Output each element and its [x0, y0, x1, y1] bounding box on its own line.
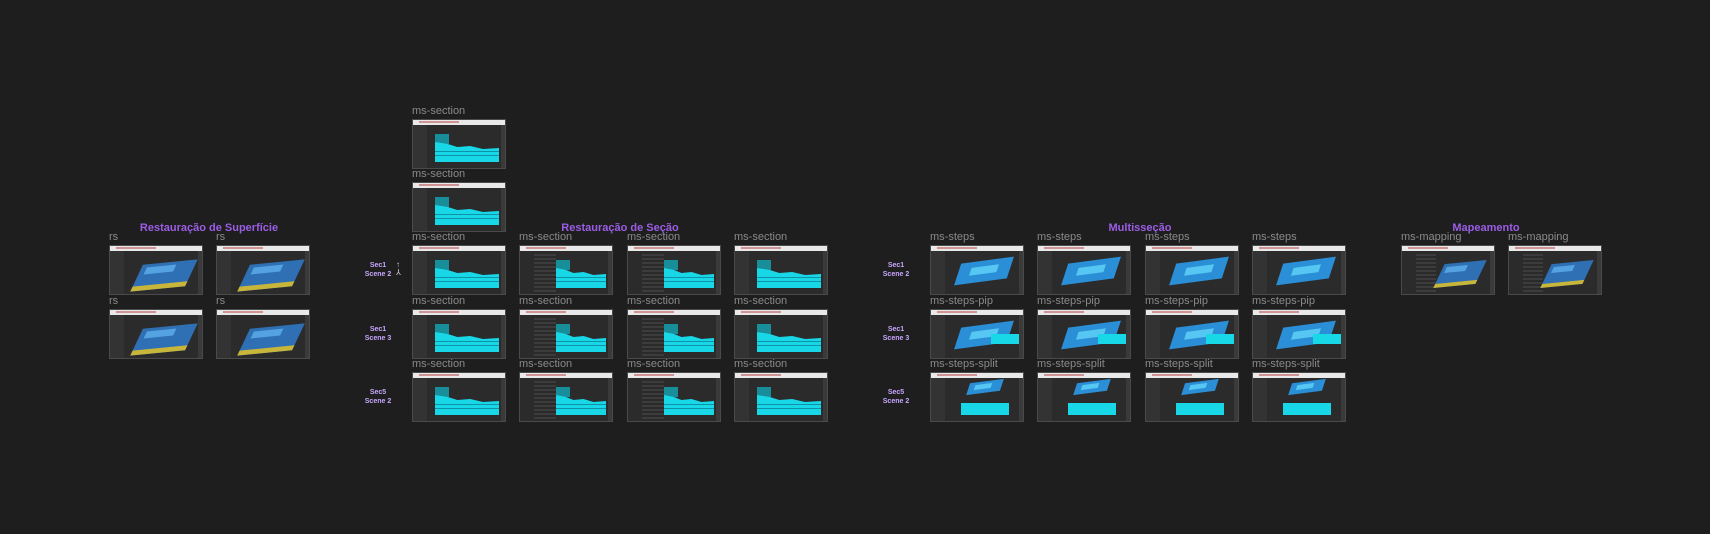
frame-thumbnail-ms-section[interactable] — [412, 245, 506, 295]
row-label-scene: Scene 2 — [882, 270, 910, 278]
row-label-scene: Scene 3 — [364, 334, 392, 342]
frame-thumbnail-ms-section[interactable] — [734, 245, 828, 295]
row-label-sec: Sec1 — [887, 326, 905, 333]
frame-label: rs — [216, 231, 226, 243]
frame-thumbnail-ms-steps-pip[interactable] — [930, 309, 1024, 359]
row-label-sec5-scene2: Sec5 Scene 2 — [883, 389, 909, 407]
frame-thumbnail-ms-section[interactable] — [627, 245, 721, 295]
frame-thumbnail-ms-steps-split[interactable] — [1252, 372, 1346, 422]
frame-thumbnail-ms-section[interactable] — [519, 309, 613, 359]
frame-thumbnail-ms-steps[interactable] — [1252, 245, 1346, 295]
frame-label: ms-section — [627, 295, 681, 307]
frame-label: ms-steps — [1145, 231, 1190, 243]
frame-label: ms-steps-split — [1252, 358, 1320, 370]
frame-label: ms-steps-pip — [1037, 295, 1100, 307]
row-label-sec: Sec1 — [369, 326, 387, 333]
frame-label: ms-section — [519, 231, 573, 243]
frame-label: ms-steps-pip — [1145, 295, 1208, 307]
frame-label: ms-steps-split — [930, 358, 998, 370]
frame-label: ms-section — [627, 231, 681, 243]
frame-thumbnail-rs[interactable] — [109, 309, 203, 359]
frame-label: ms-section — [734, 295, 788, 307]
frame-label: ms-mapping — [1401, 231, 1462, 243]
frame-thumbnail-ms-section[interactable] — [412, 309, 506, 359]
frame-thumbnail-ms-mapping[interactable] — [1401, 245, 1495, 295]
frame-thumbnail-ms-steps-pip[interactable] — [1252, 309, 1346, 359]
frame-thumbnail-ms-steps[interactable] — [1037, 245, 1131, 295]
frame-thumbnail-ms-section[interactable] — [627, 372, 721, 422]
frame-label: ms-section — [412, 105, 466, 117]
frame-thumbnail-ms-section[interactable] — [734, 309, 828, 359]
frame-thumbnail-ms-section[interactable] — [412, 182, 506, 232]
frame-label: ms-steps — [1252, 231, 1297, 243]
frame-thumbnail-ms-section[interactable] — [627, 309, 721, 359]
row-label-sec1-scene2: Sec1 Scene 2 — [365, 262, 391, 280]
row-label-sec: Sec1 — [369, 262, 387, 269]
frame-label: ms-section — [412, 358, 466, 370]
row-label-sec: Sec5 — [369, 389, 387, 396]
frame-thumbnail-ms-steps-split[interactable] — [1145, 372, 1239, 422]
frame-thumbnail-rs[interactable] — [109, 245, 203, 295]
frame-label: ms-steps-pip — [1252, 295, 1315, 307]
section-title-superficie: Restauração de Superfície — [139, 222, 279, 234]
frame-label: ms-mapping — [1508, 231, 1569, 243]
frame-label: ms-section — [734, 358, 788, 370]
frame-thumbnail-ms-section[interactable] — [519, 245, 613, 295]
row-label-scene: Scene 2 — [364, 270, 392, 278]
frame-label: ms-section — [519, 358, 573, 370]
row-label-sec1-scene2: Sec1 Scene 2 — [883, 262, 909, 280]
frame-thumbnail-ms-steps-pip[interactable] — [1037, 309, 1131, 359]
frame-label: rs — [109, 295, 119, 307]
frame-label: ms-section — [734, 231, 788, 243]
frame-thumbnail-ms-section[interactable] — [412, 119, 506, 169]
arrow-connector-icon: ↑ ⅄ — [396, 260, 401, 277]
frame-label: ms-steps-split — [1145, 358, 1213, 370]
frame-thumbnail-ms-steps[interactable] — [1145, 245, 1239, 295]
row-label-scene: Scene 2 — [882, 397, 910, 405]
frame-label: rs — [109, 231, 119, 243]
frame-label: ms-section — [412, 231, 466, 243]
frame-thumbnail-ms-mapping[interactable] — [1508, 245, 1602, 295]
canvas: { "sections": { "superficie": "Restauraç… — [0, 0, 1710, 534]
frame-thumbnail-ms-steps-split[interactable] — [930, 372, 1024, 422]
frame-label: ms-steps — [930, 231, 975, 243]
frame-label: ms-steps-pip — [930, 295, 993, 307]
frame-thumbnail-rs[interactable] — [216, 245, 310, 295]
row-label-scene: Scene 2 — [364, 397, 392, 405]
row-label-sec: Sec5 — [887, 389, 905, 396]
frame-thumbnail-ms-section[interactable] — [519, 372, 613, 422]
frame-label: ms-steps-split — [1037, 358, 1105, 370]
frame-thumbnail-ms-steps-pip[interactable] — [1145, 309, 1239, 359]
row-label-sec1-scene3: Sec1 Scene 3 — [365, 326, 391, 344]
frame-thumbnail-ms-steps[interactable] — [930, 245, 1024, 295]
frame-thumbnail-ms-steps-split[interactable] — [1037, 372, 1131, 422]
frame-thumbnail-rs[interactable] — [216, 309, 310, 359]
frame-label: ms-steps — [1037, 231, 1082, 243]
frame-label: ms-section — [519, 295, 573, 307]
frame-label: ms-section — [412, 295, 466, 307]
frame-label: ms-section — [412, 168, 466, 180]
row-label-scene: Scene 3 — [882, 334, 910, 342]
frame-label: rs — [216, 295, 226, 307]
row-label-sec: Sec1 — [887, 262, 905, 269]
frame-label: ms-section — [627, 358, 681, 370]
row-label-sec1-scene3: Sec1 Scene 3 — [883, 326, 909, 344]
row-label-sec5-scene2: Sec5 Scene 2 — [365, 389, 391, 407]
frame-thumbnail-ms-section[interactable] — [412, 372, 506, 422]
frame-thumbnail-ms-section[interactable] — [734, 372, 828, 422]
